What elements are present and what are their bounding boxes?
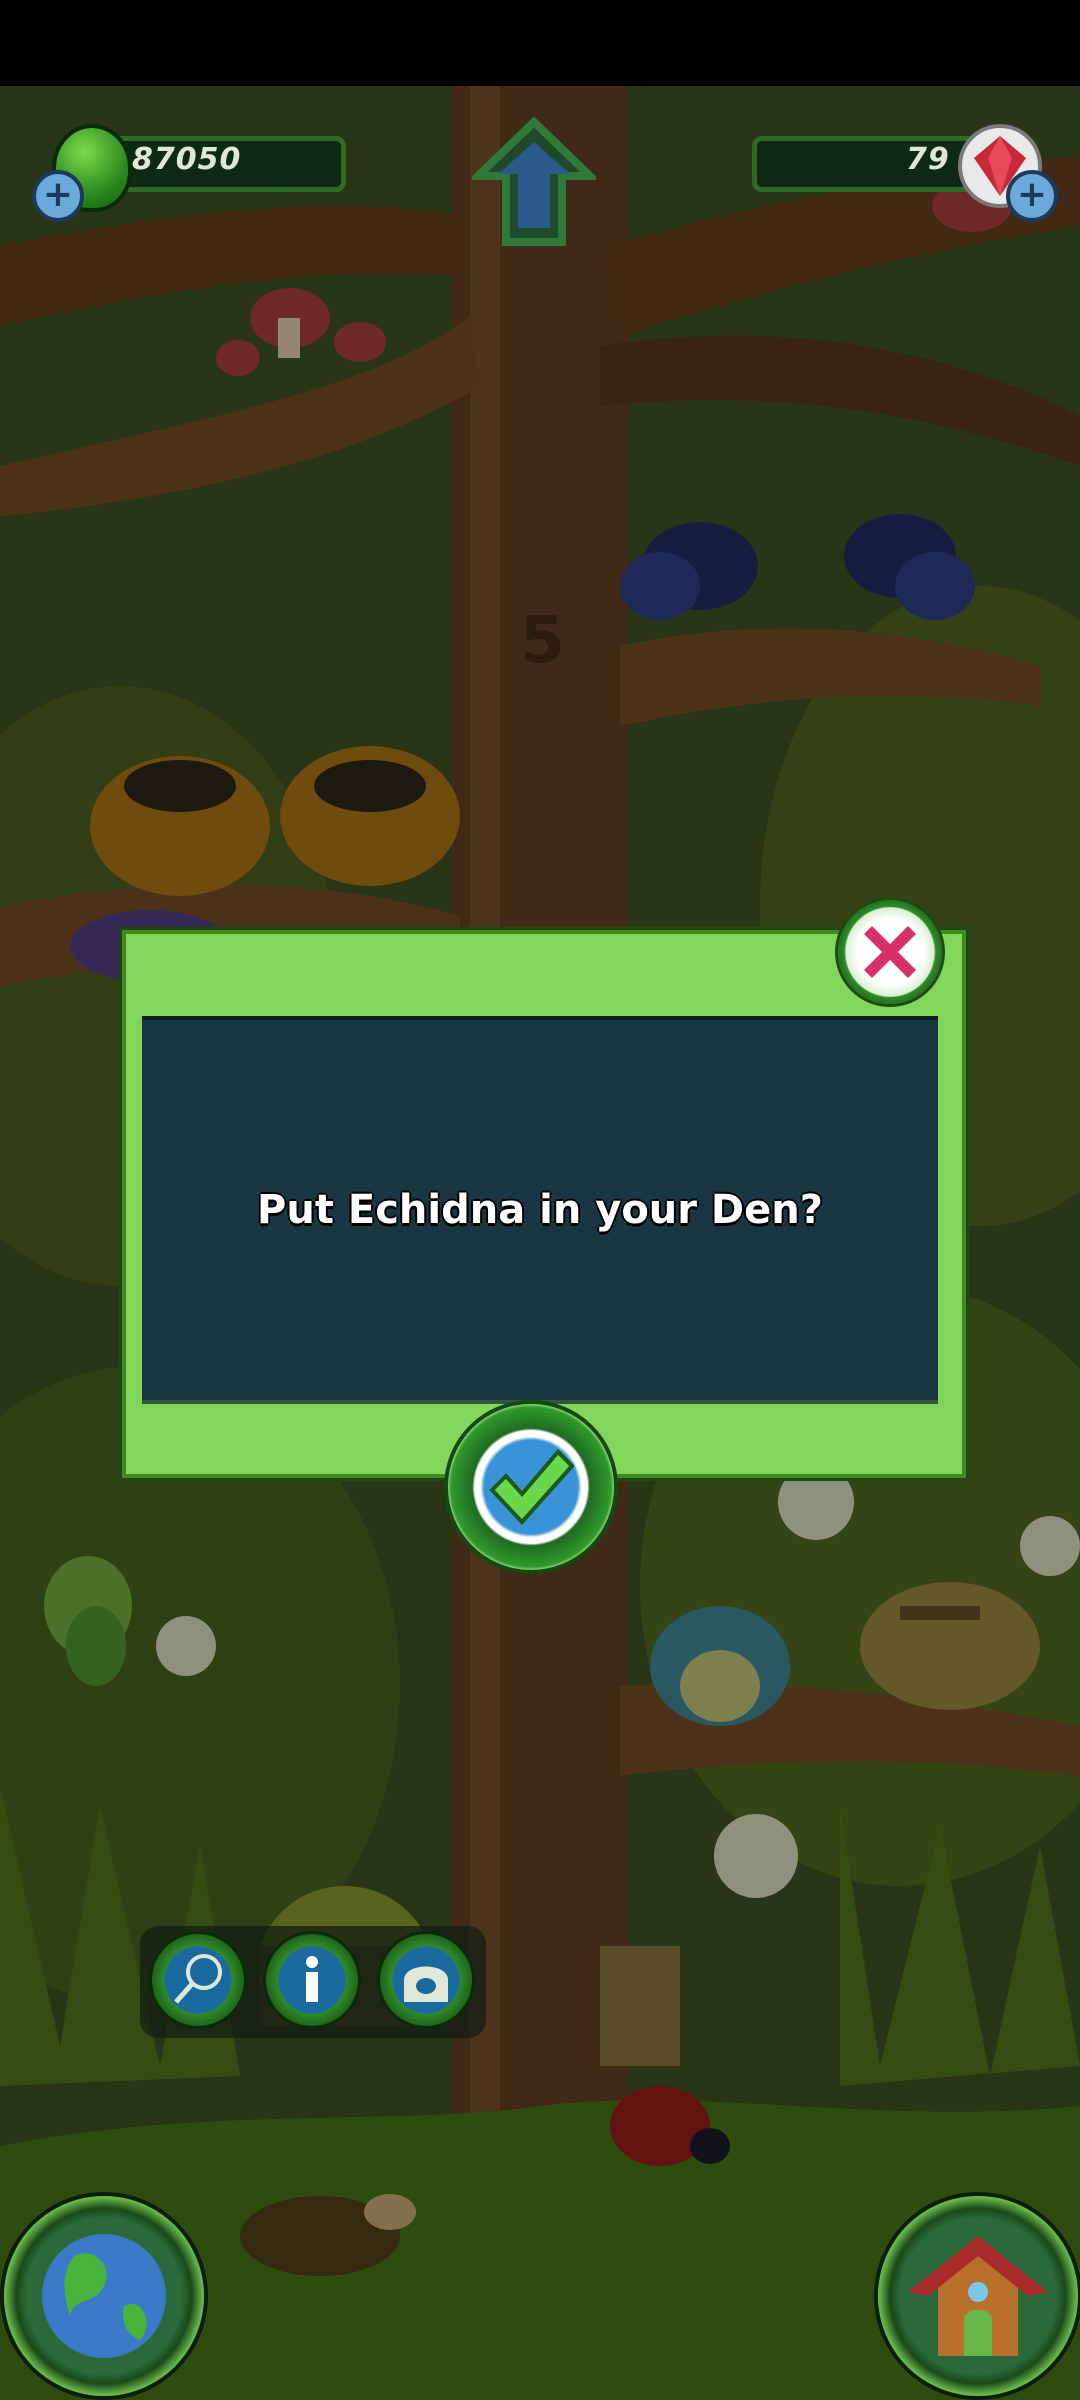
status-bar bbox=[0, 0, 1080, 86]
home-arrow-icon[interactable] bbox=[472, 116, 596, 250]
confirm-button[interactable] bbox=[448, 1404, 614, 1570]
den-button[interactable] bbox=[380, 1934, 472, 2026]
add-gems-button[interactable]: + bbox=[1006, 170, 1058, 222]
gem-count: 79 bbox=[906, 142, 950, 177]
close-button[interactable] bbox=[838, 900, 942, 1004]
net-icon bbox=[174, 1954, 222, 2004]
world-map-button[interactable] bbox=[4, 2196, 204, 2396]
house-icon bbox=[908, 2236, 1048, 2356]
checkmark-icon bbox=[489, 1449, 574, 1525]
globe-icon bbox=[42, 2234, 166, 2358]
close-x-icon bbox=[864, 926, 916, 978]
dialog-message: Put Echidna in your Den? bbox=[257, 1187, 823, 1233]
den-house-button[interactable] bbox=[878, 2196, 1078, 2396]
dialog-panel: Put Echidna in your Den? bbox=[142, 1016, 938, 1404]
info-button[interactable] bbox=[266, 1934, 358, 2026]
coin-count: 87050 bbox=[132, 142, 242, 177]
net-button[interactable] bbox=[152, 1934, 244, 2026]
den-icon bbox=[404, 1966, 448, 2002]
confirm-dialog: Put Echidna in your Den? bbox=[122, 930, 966, 1478]
info-icon bbox=[306, 1956, 318, 2002]
add-coins-button[interactable]: + bbox=[32, 170, 84, 222]
